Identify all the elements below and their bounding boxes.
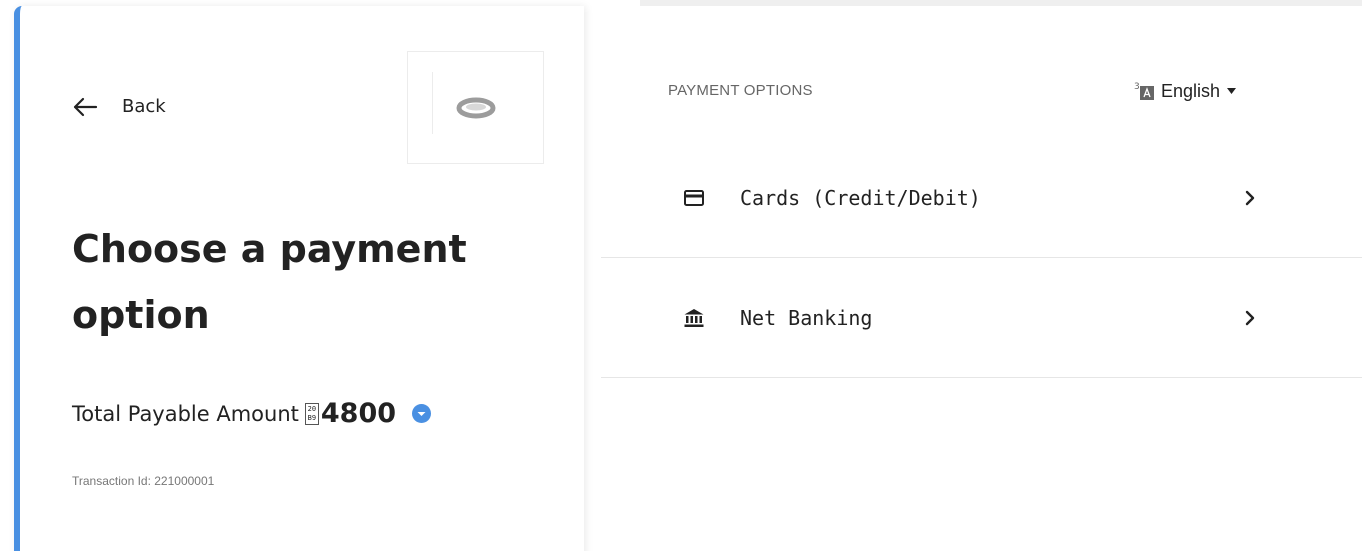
- page-title: Choose a payment option: [72, 227, 467, 337]
- credit-card-icon: [684, 189, 704, 206]
- currency-symbol-glyph: 20 B9: [304, 402, 319, 425]
- translate-icon: 3: [1134, 82, 1154, 100]
- back-label: Back: [122, 96, 166, 117]
- svg-text:3: 3: [1134, 82, 1140, 92]
- payment-option-cards[interactable]: Cards (Credit/Debit): [601, 138, 1362, 258]
- chevron-down-circle-icon[interactable]: [412, 404, 432, 423]
- ring-logo-icon: [456, 97, 495, 118]
- payment-option-net-banking[interactable]: Net Banking: [601, 258, 1362, 378]
- bank-icon: [684, 308, 704, 327]
- arrow-left-icon: [73, 97, 98, 116]
- chevron-right-icon: [1245, 190, 1255, 205]
- back-button[interactable]: Back: [72, 96, 166, 117]
- total-amount-row: Total Payable Amount 20 B9 4800: [72, 398, 432, 429]
- amount-value: 4800: [320, 398, 397, 429]
- top-strip: [640, 0, 1362, 6]
- caret-down-icon: [1227, 88, 1237, 94]
- order-summary-panel: Back Choose a payment option Total Payab…: [14, 6, 584, 551]
- transaction-id: Transaction Id: 221000001: [72, 474, 215, 488]
- language-label: English: [1161, 80, 1221, 101]
- option-label: Net Banking: [740, 305, 873, 330]
- merchant-logo: [407, 51, 544, 164]
- chevron-right-icon: [1245, 310, 1255, 325]
- option-label: Cards (Credit/Debit): [740, 185, 981, 210]
- language-selector[interactable]: 3 English: [1134, 80, 1237, 102]
- amount-label: Total Payable Amount: [72, 401, 299, 426]
- payment-options-title: PAYMENT OPTIONS: [668, 82, 813, 99]
- logo-divider: [432, 72, 433, 134]
